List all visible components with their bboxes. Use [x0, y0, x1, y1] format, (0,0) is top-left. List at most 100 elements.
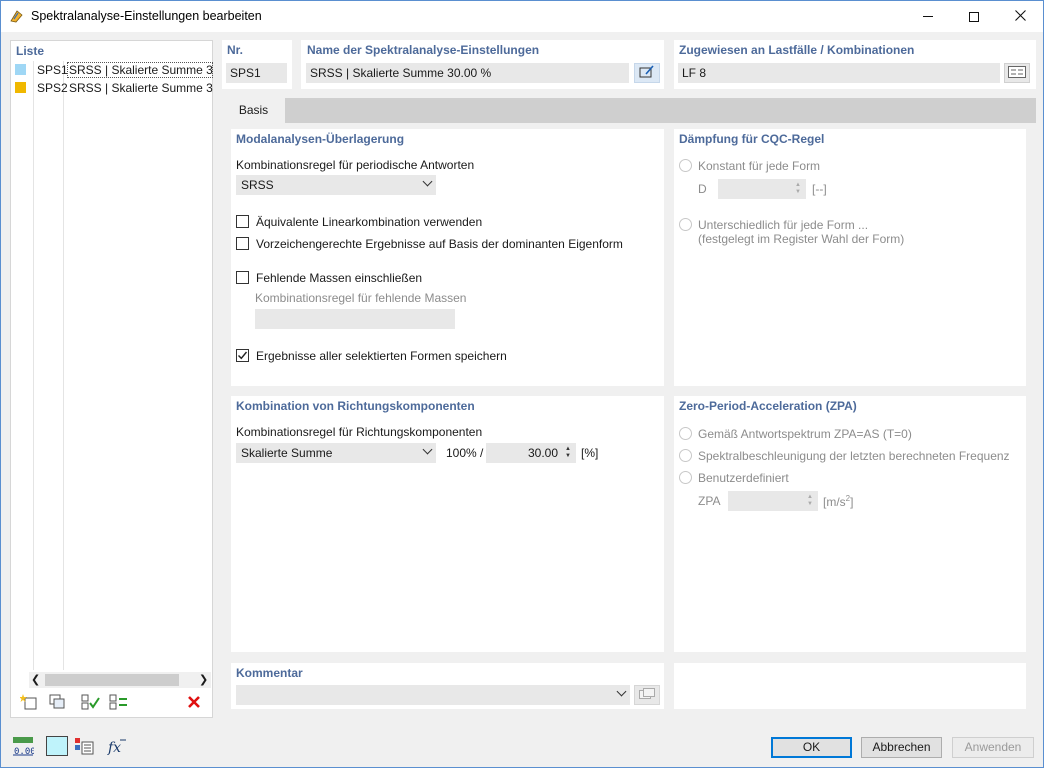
units-button[interactable]: 0.00 — [10, 736, 36, 758]
list-item[interactable]: SPS1 SRSS | Skalierte Summe 30.00 — [11, 61, 213, 79]
list-select-icon — [1008, 65, 1026, 81]
copy-item-button[interactable] — [44, 692, 70, 714]
equivalent-linear-label: Äquivalente Linearkombination verwenden — [256, 215, 483, 229]
assigned-label: Zugewiesen an Lastfälle / Kombinationen — [679, 43, 915, 57]
rule-label: Kombinationsregel für periodische Antwor… — [236, 158, 475, 172]
missing-rule-field — [255, 309, 455, 329]
spin-up-icon[interactable]: ▲ — [563, 446, 573, 453]
spin-up-icon: ▲ — [795, 182, 801, 188]
comment-dropdown[interactable] — [236, 685, 630, 705]
spin-down-icon: ▼ — [795, 189, 801, 195]
cancel-button[interactable]: Abbrechen — [861, 737, 942, 758]
percent-value: 30.00 — [527, 446, 558, 460]
missing-masses-checkbox[interactable] — [236, 271, 249, 284]
d-label: D — [698, 182, 707, 196]
units-icon: 0.00 — [12, 736, 36, 759]
list-item-number: SPS2 — [37, 81, 68, 95]
save-results-label: Ergebnisse aller selektierten Formen spe… — [256, 349, 507, 363]
constant-label: Konstant für jede Form — [698, 159, 821, 173]
new-item-button[interactable] — [16, 692, 42, 714]
d-unit: [--] — [812, 182, 827, 196]
radio-constant[interactable] — [679, 159, 692, 172]
different-label: Unterschiedlich für jede Form ... — [698, 218, 869, 232]
invert-selection-button[interactable] — [106, 692, 132, 714]
color-swatch — [15, 82, 26, 93]
number-box: Nr. SPS1 — [222, 40, 292, 89]
number-field[interactable]: SPS1 — [226, 63, 287, 83]
name-field[interactable]: SRSS | Skalierte Summe 30.00 % — [306, 63, 629, 83]
copy-icon — [48, 693, 66, 714]
color-icon — [47, 737, 67, 755]
missing-masses-label: Fehlende Massen einschließen — [256, 271, 423, 285]
radio-zpa-spectrum[interactable] — [679, 427, 692, 440]
assigned-field[interactable]: LF 8 — [678, 63, 1000, 83]
percent-prefix: 100% / — [446, 446, 484, 460]
zpa-panel-title: Zero-Period-Acceleration (ZPA) — [679, 399, 857, 413]
different-note: (festgelegt im Register Wahl der Form) — [698, 232, 905, 246]
spin-down-icon[interactable]: ▼ — [563, 453, 573, 460]
zpa-unit: [m/s2] — [823, 494, 854, 509]
scroll-left-icon[interactable]: ❮ — [31, 673, 40, 686]
list-item-name: SRSS | Skalierte Summe 30.00 — [69, 81, 213, 95]
modal-panel-title: Modalanalysen-Überlagerung — [236, 132, 405, 146]
color-button[interactable] — [46, 736, 68, 756]
direction-components-panel: Kombination von Richtungskomponenten Kom… — [231, 396, 664, 652]
radio-different[interactable] — [679, 218, 692, 231]
column-divider — [33, 61, 34, 670]
window-title: Spektralanalyse-Einstellungen bearbeiten — [31, 9, 262, 23]
tab-basis[interactable]: Basis — [222, 98, 285, 123]
select-loadcases-button[interactable] — [1004, 63, 1030, 83]
periodic-rule-value: SRSS — [241, 178, 274, 192]
edit-name-button[interactable] — [634, 63, 660, 83]
modal-superposition-panel: Modalanalysen-Überlagerung Kombinationsr… — [231, 129, 664, 386]
direction-rule-dropdown[interactable]: Skalierte Summe — [236, 443, 436, 463]
delete-item-button[interactable] — [181, 692, 207, 714]
ok-button[interactable]: OK — [771, 737, 852, 758]
missing-rule-label: Kombinationsregel für fehlende Massen — [255, 291, 467, 305]
color-swatch — [15, 64, 26, 75]
name-box: Name der Spektralanalyse-Einstellungen S… — [301, 40, 664, 89]
title-bar: Spektralanalyse-Einstellungen bearbeiten — [1, 1, 1043, 32]
assigned-box: Zugewiesen an Lastfälle / Kombinationen … — [674, 40, 1036, 89]
dialog-window: Spektralanalyse-Einstellungen bearbeiten… — [0, 0, 1044, 768]
minimize-button[interactable] — [905, 1, 951, 32]
scroll-right-icon[interactable]: ❯ — [199, 673, 208, 686]
list-item-number: SPS1 — [37, 63, 68, 77]
delete-icon — [187, 695, 201, 712]
close-icon — [1014, 8, 1026, 25]
app-icon — [10, 9, 24, 23]
maximize-icon — [969, 11, 979, 22]
periodic-rule-dropdown[interactable]: SRSS — [236, 175, 436, 195]
horizontal-scrollbar[interactable]: ❮ ❯ — [29, 672, 211, 688]
formula-button[interactable]: fx — [104, 736, 130, 758]
radio-zpa-last-frequency[interactable] — [679, 449, 692, 462]
save-results-checkbox[interactable] — [236, 349, 249, 362]
spin-down-icon: ▼ — [807, 501, 813, 507]
damping-panel: Dämpfung für CQC-Regel Konstant für jede… — [674, 129, 1026, 386]
equivalent-linear-checkbox[interactable] — [236, 215, 249, 228]
close-button[interactable] — [997, 1, 1043, 32]
spin-up-icon: ▲ — [807, 494, 813, 500]
comment-library-button[interactable] — [634, 685, 660, 705]
comment-title: Kommentar — [236, 666, 303, 680]
display-button[interactable] — [71, 736, 97, 758]
apply-button[interactable]: Anwenden — [952, 737, 1034, 758]
comment-library-icon — [639, 687, 655, 703]
direction-rule-value: Skalierte Summe — [241, 446, 333, 460]
scrollbar-thumb[interactable] — [45, 674, 179, 686]
zpa-value-field: ▲ ▼ — [728, 491, 818, 511]
comment-panel: Kommentar — [231, 663, 664, 709]
number-label: Nr. — [227, 43, 244, 57]
check-all-button[interactable] — [78, 692, 104, 714]
invert-selection-icon — [109, 693, 129, 714]
formula-icon: fx — [106, 736, 128, 759]
radio-zpa-user[interactable] — [679, 471, 692, 484]
d-value-field: ▲ ▼ — [718, 179, 806, 199]
checkmark-icon — [238, 351, 248, 360]
list-item[interactable]: SPS2 SRSS | Skalierte Summe 30.00 — [11, 79, 213, 97]
sign-results-checkbox[interactable] — [236, 237, 249, 250]
empty-panel — [674, 663, 1026, 709]
maximize-button[interactable] — [951, 1, 997, 32]
percent-spinner[interactable]: 30.00 ▲ ▼ — [486, 443, 576, 463]
sign-results-label: Vorzeichengerechte Ergebnisse auf Basis … — [256, 237, 623, 251]
